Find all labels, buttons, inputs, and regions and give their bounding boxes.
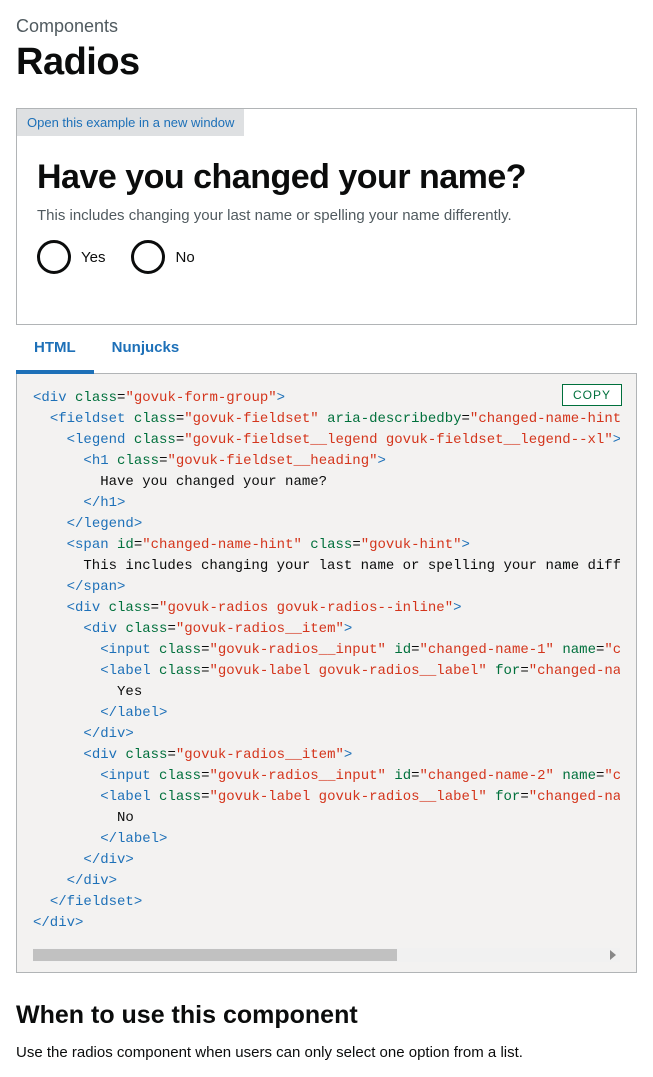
code-block[interactable]: <div class="govuk-form-group"> <fieldset…	[33, 388, 620, 946]
category-label: Components	[16, 16, 637, 37]
horizontal-scrollbar[interactable]	[33, 948, 620, 962]
radio-circle-icon	[37, 240, 71, 274]
scrollbar-thumb[interactable]	[33, 949, 397, 961]
radio-label: No	[175, 249, 194, 266]
code-panel: COPY <div class="govuk-form-group"> <fie…	[16, 374, 637, 973]
page-title: Radios	[16, 41, 637, 84]
code-tabs: HTML Nunjucks	[16, 325, 637, 374]
example-heading: Have you changed your name?	[37, 158, 616, 197]
usage-body: Use the radios component when users can …	[16, 1044, 637, 1061]
open-example-link[interactable]: Open this example in a new window	[17, 109, 244, 136]
radio-circle-icon	[131, 240, 165, 274]
scrollbar-arrow-right-icon[interactable]	[610, 950, 616, 960]
usage-heading: When to use this component	[16, 1001, 637, 1030]
example-frame: Open this example in a new window Have y…	[16, 108, 637, 325]
radio-item-no[interactable]: No	[131, 240, 194, 274]
example-hint: This includes changing your last name or…	[37, 207, 616, 224]
example-body: Have you changed your name? This include…	[17, 136, 636, 324]
radio-label: Yes	[81, 249, 105, 266]
radio-group: Yes No	[37, 240, 616, 274]
radio-item-yes[interactable]: Yes	[37, 240, 105, 274]
tab-nunjucks[interactable]: Nunjucks	[94, 325, 198, 373]
tab-html[interactable]: HTML	[16, 325, 94, 374]
copy-button[interactable]: COPY	[562, 384, 622, 406]
